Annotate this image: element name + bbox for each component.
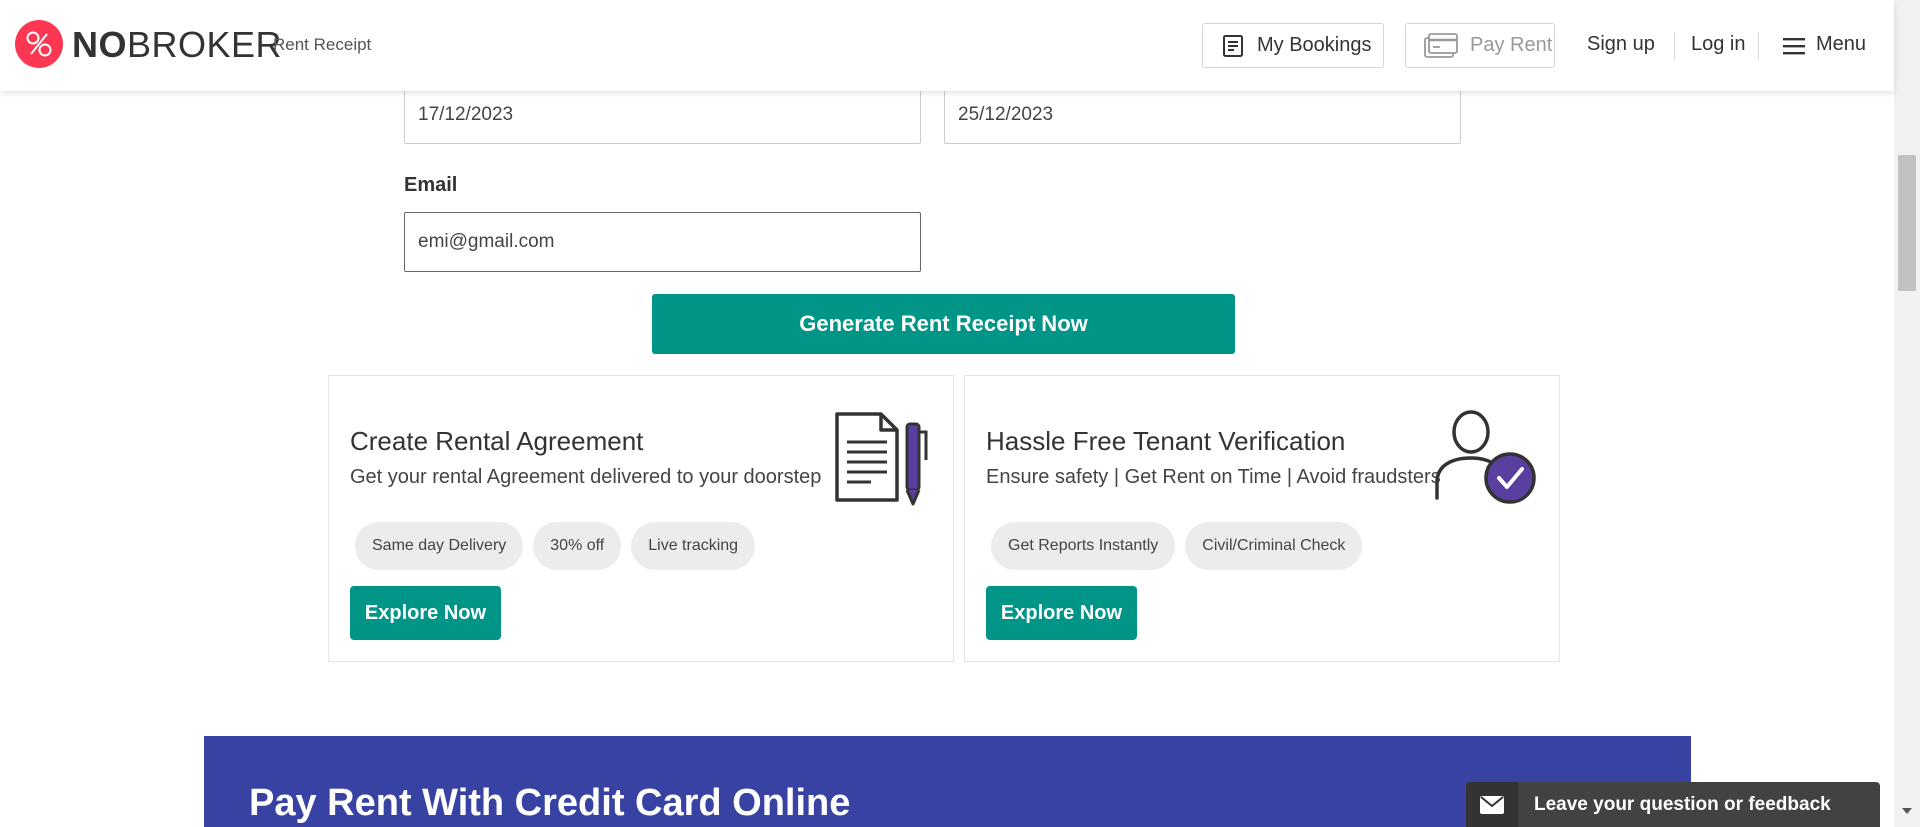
pay-rent-button[interactable]: Pay Rent bbox=[1405, 23, 1555, 68]
tenant-verification-card: Hassle Free Tenant Verification Ensure s… bbox=[964, 375, 1560, 662]
chip: Civil/Criminal Check bbox=[1185, 522, 1363, 570]
feedback-label: Leave your question or feedback bbox=[1534, 793, 1831, 815]
hamburger-menu-icon[interactable] bbox=[1783, 37, 1805, 60]
card-title: Create Rental Agreement bbox=[350, 426, 644, 456]
document-pen-icon bbox=[831, 410, 931, 511]
feedback-widget[interactable]: Leave your question or feedback bbox=[1466, 782, 1880, 827]
sign-up-link[interactable]: Sign up bbox=[1587, 33, 1655, 56]
header-divider bbox=[1758, 32, 1759, 60]
explore-now-button[interactable]: Explore Now bbox=[986, 586, 1137, 640]
end-date-value: 25/12/2023 bbox=[958, 103, 1054, 125]
logo-subtitle: Rent Receipt bbox=[273, 35, 372, 54]
my-bookings-label: My Bookings bbox=[1257, 34, 1372, 56]
logo-wordmark[interactable]: NOBROKER bbox=[72, 24, 282, 66]
card-title: Hassle Free Tenant Verification bbox=[986, 426, 1346, 456]
chip: Live tracking bbox=[631, 522, 756, 570]
email-label: Email bbox=[404, 174, 458, 196]
credit-card-icon bbox=[1424, 32, 1458, 59]
scrollbar-thumb[interactable] bbox=[1898, 155, 1916, 291]
explore-now-button[interactable]: Explore Now bbox=[350, 586, 501, 640]
card-subtitle: Ensure safety | Get Rent on Time | Avoid… bbox=[986, 466, 1441, 488]
bookings-icon bbox=[1221, 34, 1245, 58]
feature-chips: Get Reports Instantly Civil/Criminal Che… bbox=[991, 522, 1363, 570]
user-verified-icon bbox=[1433, 406, 1539, 511]
email-input[interactable] bbox=[418, 231, 920, 253]
generate-rent-receipt-button[interactable]: Generate Rent Receipt Now bbox=[652, 294, 1235, 354]
banner-title: Pay Rent With Credit Card Online bbox=[249, 782, 851, 824]
log-in-link[interactable]: Log in bbox=[1691, 33, 1746, 56]
menu-label[interactable]: Menu bbox=[1816, 33, 1866, 56]
rental-agreement-card: Create Rental Agreement Get your rental … bbox=[328, 375, 954, 662]
nobroker-logo-icon[interactable] bbox=[15, 20, 63, 68]
start-date-field[interactable]: 17/12/2023 bbox=[404, 85, 921, 144]
my-bookings-button[interactable]: My Bookings bbox=[1202, 23, 1384, 68]
chip: Same day Delivery bbox=[355, 522, 524, 570]
card-subtitle: Get your rental Agreement delivered to y… bbox=[350, 466, 822, 488]
feature-chips: Same day Delivery 30% off Live tracking bbox=[355, 522, 756, 570]
chip: Get Reports Instantly bbox=[991, 522, 1176, 570]
site-header: NOBROKER Rent Receipt My Bookings Pay Re… bbox=[0, 0, 1894, 91]
scroll-down-arrow-icon[interactable] bbox=[1902, 808, 1912, 814]
page-scrollbar[interactable] bbox=[1894, 0, 1920, 827]
header-divider bbox=[1674, 32, 1675, 60]
start-date-value: 17/12/2023 bbox=[418, 103, 514, 125]
email-field[interactable] bbox=[404, 212, 921, 272]
envelope-icon bbox=[1466, 782, 1518, 827]
end-date-field[interactable]: 25/12/2023 bbox=[944, 85, 1461, 144]
pay-rent-label: Pay Rent bbox=[1470, 34, 1553, 56]
chip: 30% off bbox=[533, 522, 622, 570]
